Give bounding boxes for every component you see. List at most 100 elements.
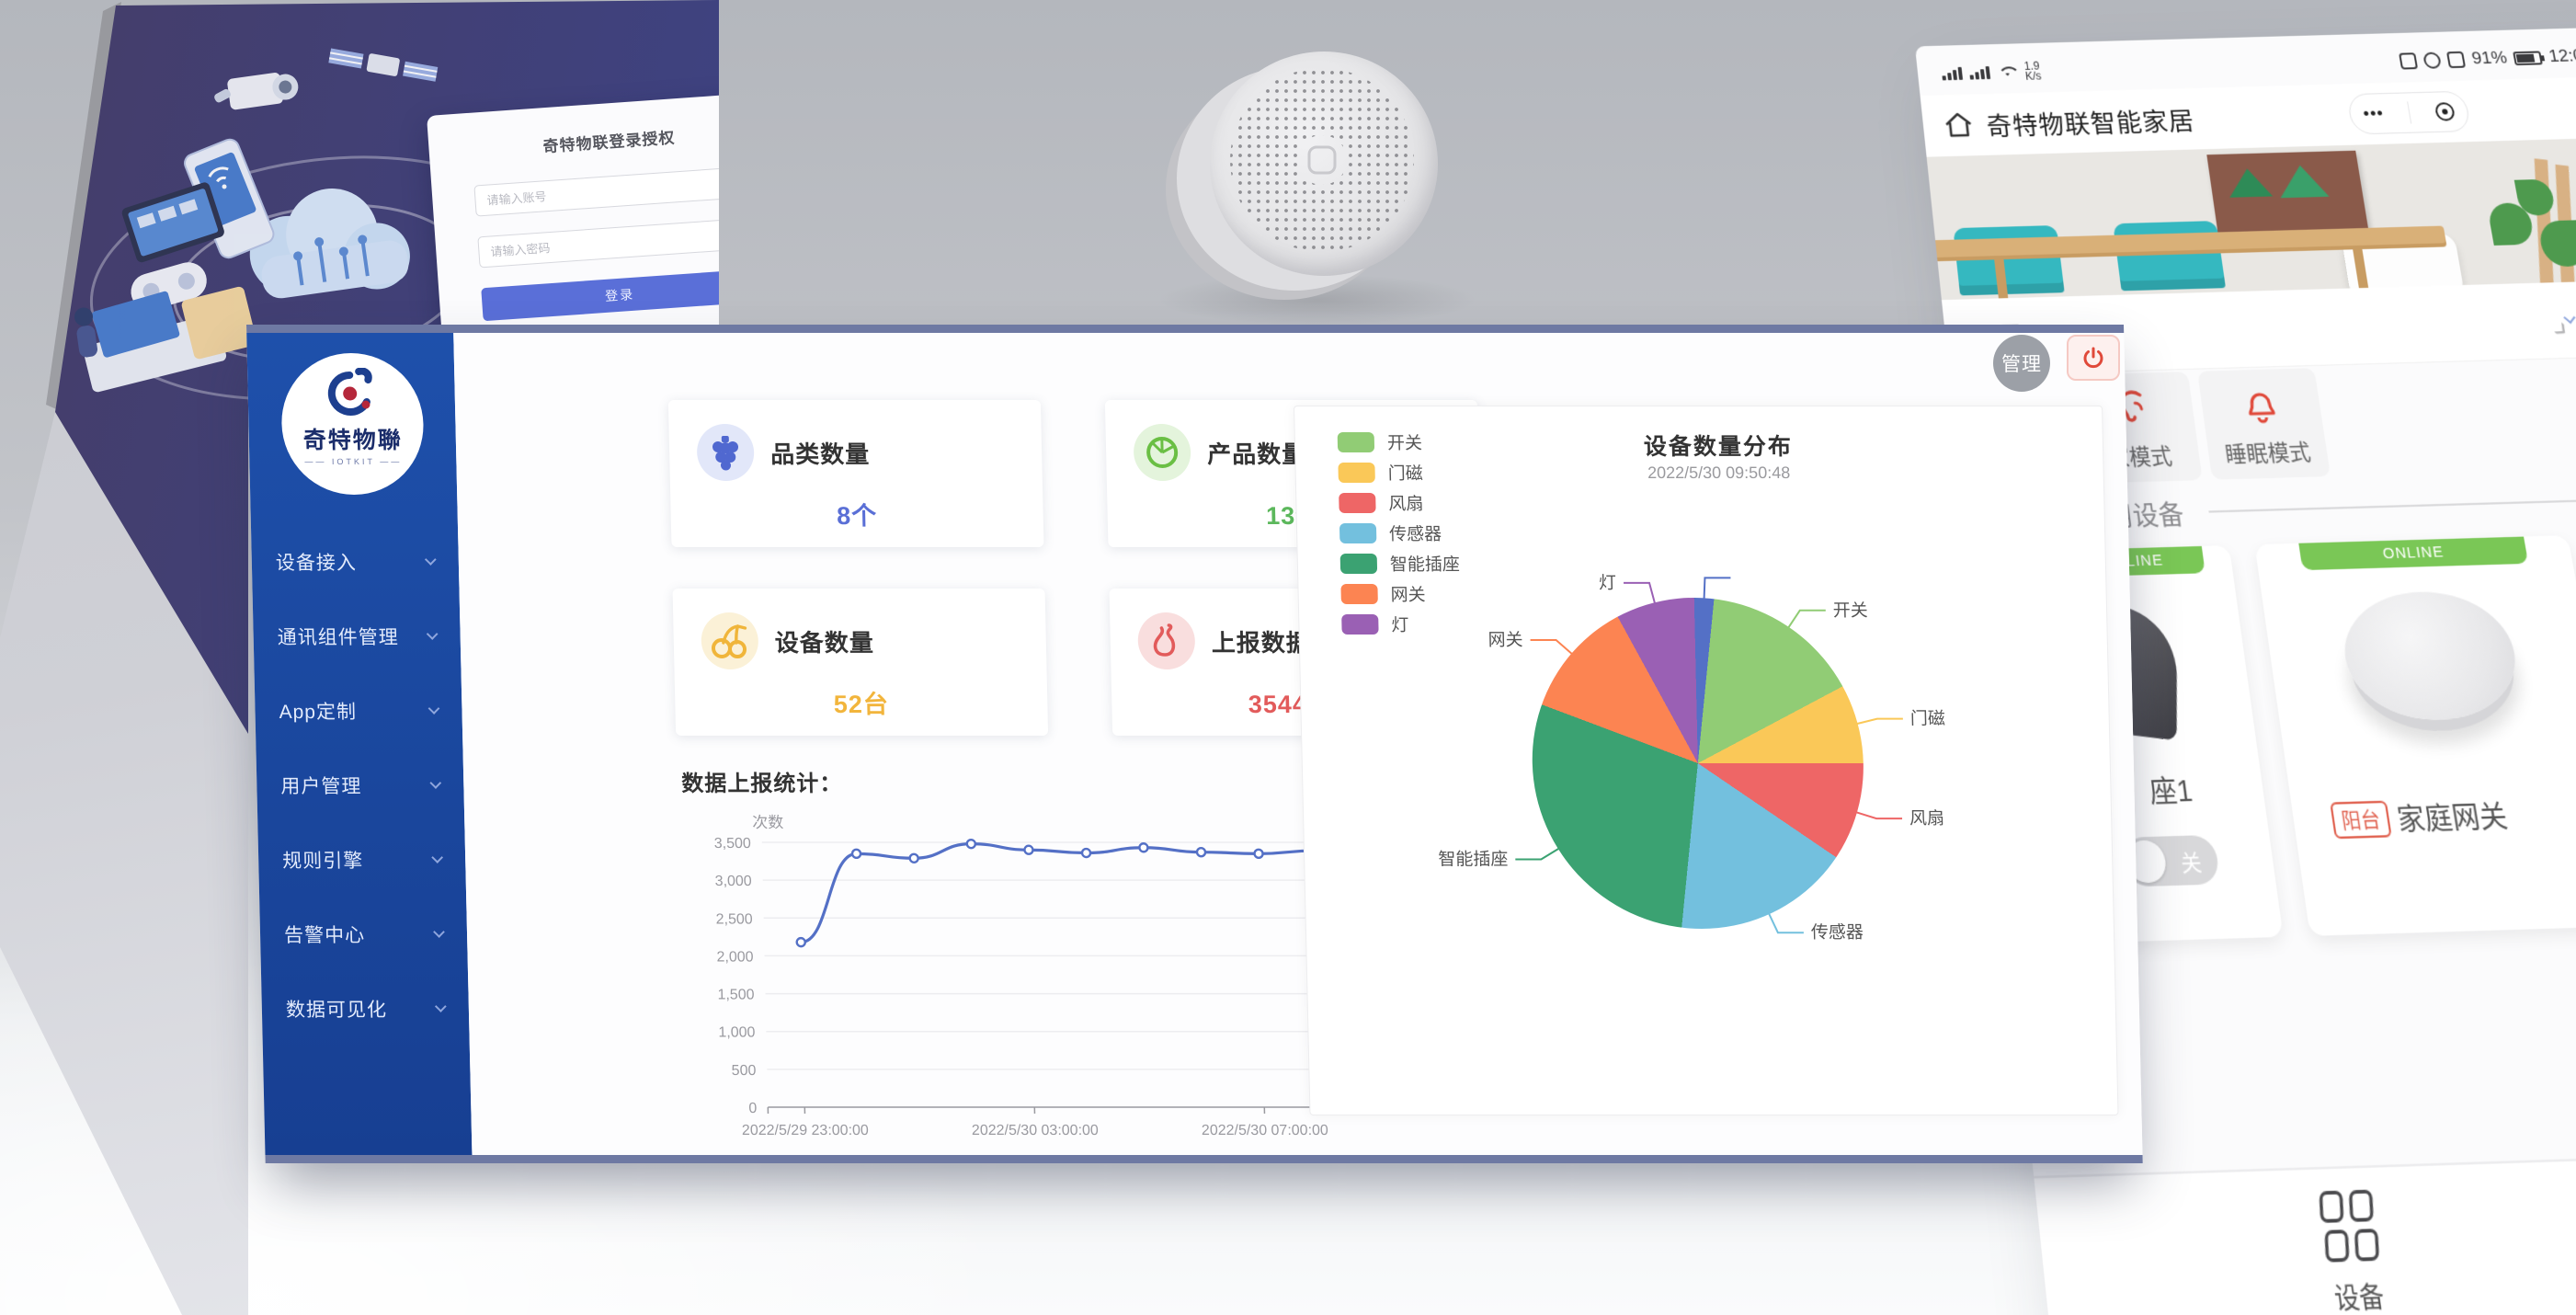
mode-label: 睡眠模式 <box>2206 434 2330 470</box>
online-badge: ONLINE <box>2298 537 2528 571</box>
stat-card-devices: 设备数量 52台 <box>673 589 1049 736</box>
logo-mark-icon <box>322 368 382 421</box>
stat-label: 产品数量 <box>1207 436 1307 470</box>
laptop-desk-illustration <box>73 279 261 394</box>
device-top <box>1210 51 1438 276</box>
svg-text:3,000: 3,000 <box>715 874 753 889</box>
teal-chair <box>1953 225 2064 295</box>
teal-chair-2 <box>2113 221 2226 291</box>
shield-icon <box>2422 52 2442 69</box>
svg-text:门磁: 门磁 <box>1910 709 1946 729</box>
sidebar-menu: 设备接入 通讯组件管理 App定制 用户管理 规则引擎 告警中心 数据可见化 <box>251 524 470 1046</box>
battery-percent: 91% <box>2470 49 2509 70</box>
security-camera-icon <box>211 70 301 113</box>
stat-card-categories: 品类数量 8个 <box>668 400 1044 547</box>
pie-labels-overlay: 开关门磁风扇传感器智能插座网关灯 <box>1294 406 2120 1116</box>
stat-value: 8个 <box>698 496 1016 532</box>
sidebar-item-user-mgmt[interactable]: 用户管理 <box>256 748 464 822</box>
miniprogram-pill: ••• <box>2346 91 2471 135</box>
stat-label: 设备数量 <box>774 624 874 658</box>
chevron-down-icon <box>428 703 440 715</box>
svg-text:0: 0 <box>748 1101 757 1116</box>
home-banner-photo <box>1927 137 2576 300</box>
svg-text:灯: 灯 <box>1599 573 1617 593</box>
device-card-gateway[interactable]: ONLINE 阳台家庭网关 <box>2254 535 2576 936</box>
tab-devices[interactable]: 设备 <box>2281 1188 2427 1315</box>
sidebar-item-alert-center[interactable]: 告警中心 <box>259 897 468 971</box>
section-divider <box>2208 497 2576 512</box>
sidebar: 奇特物聯 —— IOTKIT —— 设备接入 通讯组件管理 App定制 用户管理… <box>246 333 472 1155</box>
login-button[interactable]: 登录 <box>481 269 758 321</box>
nfc-icon <box>2399 52 2419 69</box>
battery-icon <box>2513 51 2544 65</box>
svg-text:智能插座: 智能插座 <box>1438 850 1509 870</box>
sidebar-item-app-custom[interactable]: App定制 <box>255 673 463 748</box>
power-icon <box>2081 346 2105 370</box>
network-speed: 1.9K/s <box>2023 62 2042 82</box>
manage-button[interactable]: 管理 <box>1993 335 2050 392</box>
svg-text:2,000: 2,000 <box>716 949 754 965</box>
svg-text:次数: 次数 <box>752 814 783 831</box>
pear-icon <box>1137 612 1195 669</box>
chevron-right-icon: › <box>2563 312 2575 325</box>
chevron-down-icon <box>425 554 437 566</box>
svg-text:2022/5/30 07:00:00: 2022/5/30 07:00:00 <box>1202 1123 1328 1138</box>
device-name: 座1 <box>2147 767 2194 811</box>
svg-text:2,500: 2,500 <box>715 911 753 927</box>
sidebar-item-rule-engine[interactable]: 规则引擎 <box>257 822 466 897</box>
grape-icon <box>696 424 754 481</box>
satellite-icon <box>328 46 439 83</box>
lime-icon <box>1133 424 1191 481</box>
power-button[interactable] <box>2067 335 2120 381</box>
window-bottom-edge <box>265 1155 2142 1163</box>
composite-scene: 奇特物联登录授权 登录 <box>0 0 2576 1315</box>
clock-time: 12:08 <box>2548 46 2576 67</box>
svg-text:3,500: 3,500 <box>714 836 752 852</box>
app-title: 奇特物联智能家居 <box>1984 100 2196 143</box>
chevron-down-icon <box>427 628 439 640</box>
svg-text:2022/5/29 23:00:00: 2022/5/29 23:00:00 <box>742 1123 869 1138</box>
brand-logo: 奇特物聯 —— IOTKIT —— <box>280 353 425 495</box>
svg-text:2022/5/30 03:00:00: 2022/5/30 03:00:00 <box>972 1123 1099 1138</box>
chevron-down-icon <box>435 1001 447 1012</box>
password-input[interactable] <box>477 218 755 269</box>
svg-text:1,500: 1,500 <box>717 988 755 1003</box>
svg-text:传感器: 传感器 <box>1811 922 1864 943</box>
toggle-off-label: 关 <box>2179 845 2204 878</box>
chevron-down-icon <box>433 926 445 938</box>
svg-text:500: 500 <box>732 1063 757 1079</box>
monitor-icon <box>120 181 225 264</box>
cherry-icon <box>701 612 758 669</box>
login-title: 奇特物联登录授权 <box>471 120 747 162</box>
sidebar-item-device-access[interactable]: 设备接入 <box>251 524 460 599</box>
brand-name: 奇特物聯 <box>281 422 424 455</box>
wifi-icon <box>1996 64 2018 80</box>
chevron-down-icon <box>431 852 443 863</box>
sidebar-item-data-visual[interactable]: 数据可见化 <box>261 971 470 1046</box>
svg-text:开关: 开关 <box>1833 600 1869 621</box>
home-icon[interactable] <box>1943 111 1976 140</box>
stat-value: 52台 <box>702 684 1020 720</box>
window-top-edge <box>246 325 2124 333</box>
devices-grid-icon <box>2318 1190 2381 1263</box>
brand-subtitle: —— IOTKIT —— <box>282 457 424 466</box>
stat-label: 品类数量 <box>770 436 871 470</box>
signal-bars-icon <box>1941 67 1963 81</box>
smart-gateway-device-photo <box>1166 51 1451 318</box>
dashboard-main: 品类数量 8个 产品数量 13个 设备数量 <box>453 333 2142 1155</box>
svg-text:1,000: 1,000 <box>718 1025 756 1041</box>
dashboard-window: 奇特物聯 —— IOTKIT —— 设备接入 通讯组件管理 App定制 用户管理… <box>246 325 2143 1163</box>
close-minimize-button[interactable] <box>2434 102 2456 121</box>
mode-tile-sleep[interactable]: 睡眠模式 <box>2197 368 2331 480</box>
chevron-down-icon <box>429 777 441 789</box>
pie-chart-card: 设备数量分布 2022/5/30 09:50:48 开关 门磁 风扇 传感器 智… <box>1294 406 2119 1115</box>
sidebar-item-comm-components[interactable]: 通讯组件管理 <box>253 599 462 673</box>
more-menu-button[interactable]: ••• <box>2362 104 2386 124</box>
gateway-image <box>2336 589 2529 744</box>
username-input[interactable] <box>473 166 751 217</box>
phone-tab-bar: 设备 我 <box>2034 1150 2576 1315</box>
device-name: 家庭网关 <box>2395 800 2510 837</box>
vibrate-icon <box>2446 51 2466 68</box>
bell-icon <box>2237 383 2285 428</box>
signal-bars-icon-2 <box>1969 66 1991 80</box>
